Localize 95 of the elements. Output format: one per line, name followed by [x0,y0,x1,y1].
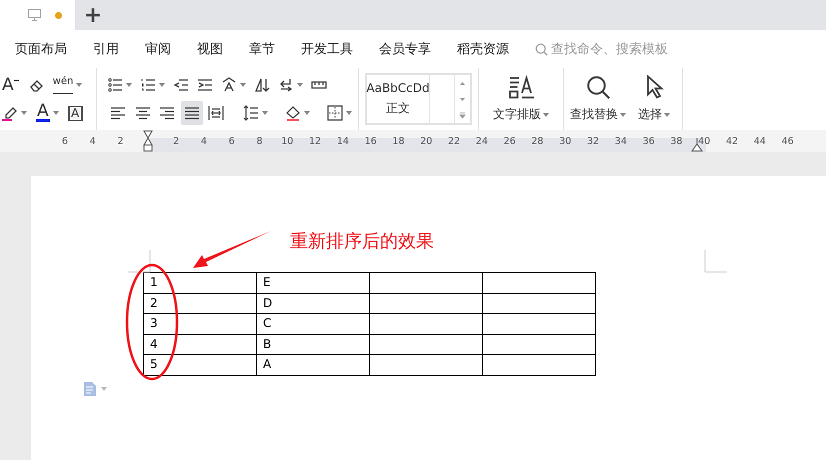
align-left-icon [110,105,126,121]
caret-icon[interactable] [240,83,246,87]
ruler-number: 8 [255,136,264,146]
crop-mark [128,250,151,273]
font-color-button[interactable]: A [36,104,50,122]
style-preview[interactable]: AaBbCcDd 正文 [367,75,430,123]
table-cell: 2 [144,293,256,314]
unsaved-dot [55,12,62,18]
shrink-font-button[interactable]: A [2,76,19,94]
table-cell: 4 [144,334,256,354]
ruler-number: 38 [669,136,684,146]
ruler-number: 24 [474,136,489,146]
ruler-number: 42 [724,136,740,146]
ruler-number: 22 [447,136,462,146]
table-cell: E [256,272,370,293]
menu-tab[interactable]: 引用 [93,40,119,58]
table-cell: D [256,293,370,314]
menu-tab[interactable]: 稻壳资源 [457,40,509,58]
caret-icon[interactable] [297,83,303,87]
ruler-number: 44 [752,136,767,146]
numbered-list-icon[interactable] [140,77,156,93]
ruler-number: 30 [558,136,572,146]
menu-tab[interactable]: 审阅 [145,40,171,58]
ruler-number: 26 [502,136,517,146]
ruler-number: 18 [391,136,406,146]
menu-tab[interactable]: 会员专享 [379,40,431,58]
search-button[interactable]: 查找替换 [564,68,632,130]
caret-icon[interactable] [159,83,165,87]
bulleted-list-icon[interactable] [107,77,123,93]
character-border-button[interactable]: A [68,106,83,120]
table-cell: B [256,334,370,354]
ruler-number: 20 [419,136,434,146]
style-gallery[interactable]: AaBbCcDd 正文 [365,73,472,125]
menu-tab[interactable]: 章节 [249,40,275,58]
caret-icon [620,112,626,116]
ruler-number: 6 [60,136,69,146]
crop-mark [704,250,727,273]
style-name: 正文 [386,100,410,117]
menu-tab[interactable]: 视图 [197,40,223,58]
ruler-number: 34 [614,136,628,146]
table-cell: 1 [144,272,256,293]
table-cell: 5 [144,354,256,375]
paint-bucket-icon[interactable] [284,105,301,121]
caret-icon [543,112,549,116]
caret-icon[interactable] [52,111,59,115]
justify-button[interactable] [180,101,203,125]
ruler-number: 6 [228,136,236,146]
caret-icon[interactable] [126,83,132,87]
ruler-number: 32 [586,136,600,146]
align-center-icon [134,105,151,121]
search-icon [535,42,548,56]
ruler-number: 4 [200,136,208,146]
justify-icon [184,105,200,121]
table-cell: C [256,314,370,334]
ruler-number: 16 [364,136,378,146]
new-tab-button[interactable]: + [75,0,111,30]
style-sample: AaBbCcDd [366,81,430,95]
minus-icon [14,78,19,82]
annotation-text: 重新排序后的效果 [290,232,434,254]
align-right-icon [159,105,176,121]
caret-icon[interactable] [346,111,352,115]
caret-icon[interactable] [262,111,268,115]
monitor-icon [28,9,41,21]
border-grid-icon[interactable] [327,105,343,121]
ruler-number: 10 [280,136,294,146]
ruler-number: 2 [116,136,125,146]
outdent-icon[interactable] [173,77,189,93]
indent-marker-icon[interactable] [143,130,154,152]
line-spacing-icon[interactable] [242,105,259,121]
text-direction-icon[interactable] [221,77,237,93]
distribute-icon [208,105,224,121]
table-cell: 3 [144,314,256,334]
phonetic-guide-button[interactable]: wén [52,76,74,94]
ruler-number: 46 [780,136,795,146]
ruler-number: 4 [88,136,97,146]
ruler-number: 12 [308,136,322,146]
ruler-number: 28 [530,136,544,146]
search-icon [586,75,610,99]
highlighter-icon[interactable] [2,105,18,121]
ruler-number: 40 [697,136,712,146]
table-cell: A [256,354,370,375]
sort-icon[interactable] [254,77,270,93]
menu-tab[interactable]: 页面布局 [15,40,67,58]
caret-icon[interactable] [21,111,27,115]
caret-icon[interactable] [76,83,82,87]
line-break-icon[interactable] [278,77,294,93]
ruler-number: 2 [172,136,180,146]
indent-icon[interactable] [197,77,213,93]
ruler-number: 14 [336,136,350,146]
search-placeholder: 查找命令、搜索模板 [551,41,668,58]
text-layout-icon [506,75,536,99]
caret-icon[interactable] [304,111,310,115]
ruler-number: 36 [642,136,656,146]
caret-icon [664,112,670,116]
menu-tab[interactable]: 开发工具 [301,40,353,58]
